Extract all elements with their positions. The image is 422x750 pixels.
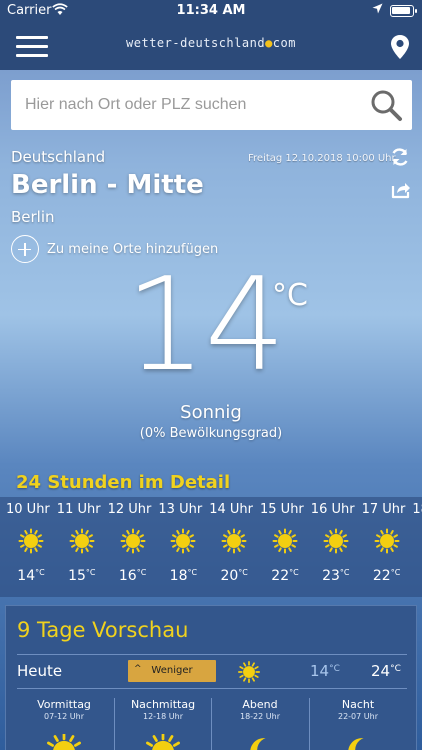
cloud-cover: (0% Bewölkungsgrad) (139, 426, 283, 441)
sun-icon (47, 734, 81, 750)
hourly-time: 11 Uhr (56, 502, 101, 517)
sun-icon (120, 528, 146, 554)
daypart-2: Abend 18-22 Uhr (215, 698, 305, 721)
daypart-name: Nachmittag (130, 698, 196, 711)
moon-icon (250, 738, 266, 750)
sun-icon (221, 528, 247, 554)
logo: wetter-deutschland●com (126, 36, 296, 50)
hourly-item: 13 Uhr 18°C (158, 497, 208, 597)
collapse-button-label: Weniger (151, 665, 193, 676)
divider (309, 698, 310, 750)
plus-circle-icon (11, 235, 39, 263)
divider (114, 698, 115, 750)
hourly-item: 15 Uhr 22°C (260, 497, 310, 597)
nav-bar: wetter-deutschland●com (0, 22, 422, 70)
daypart-range: 12-18 Uhr (142, 712, 183, 721)
sun-icon (146, 734, 180, 750)
daypart-name: Abend (242, 698, 278, 711)
search-input[interactable] (25, 80, 365, 130)
current-temperature-unit: °C (272, 278, 308, 313)
hourly-temp: 15°C (68, 568, 96, 584)
refresh-icon[interactable] (390, 147, 410, 167)
hourly-item: 16 Uhr 23°C (311, 497, 361, 597)
sun-icon (323, 528, 349, 554)
hourly-item: 10 Uhr 14°C (6, 497, 56, 597)
status-bar: Carrier 11:34 AM (0, 0, 422, 22)
hourly-temp: 14°C (17, 568, 45, 584)
sun-icon (238, 661, 260, 683)
hourly-time: 15 Uhr (260, 502, 304, 517)
collapse-button[interactable]: ^ Weniger (128, 660, 216, 682)
hourly-time: 13 Uhr (158, 502, 203, 517)
search-icon[interactable] (369, 88, 403, 122)
share-icon[interactable] (390, 178, 412, 200)
divider (211, 698, 212, 750)
daypart-range: 22-07 Uhr (337, 712, 378, 721)
forecast-title: 9 Tage Vorschau (17, 618, 189, 642)
weather-condition: Sonnig (180, 402, 242, 423)
clock: 11:34 AM (176, 3, 246, 18)
divider (17, 688, 407, 689)
search-bar (11, 80, 412, 130)
sun-icon (18, 528, 44, 554)
daypart-range: 18-22 Uhr (239, 712, 280, 721)
hourly-time: 12 Uhr (107, 502, 152, 517)
hourly-temp: 22°C (372, 568, 401, 584)
location-arrow-icon (372, 3, 383, 14)
hourly-time: 14 Uhr (209, 502, 253, 517)
daypart-range: 07-12 Uhr (43, 712, 84, 721)
hourly-time: 16 Uhr (310, 502, 355, 517)
current-temperature: 14 (125, 251, 286, 400)
forecast-day-label: Heute (17, 662, 63, 680)
daypart-3: Nacht 22-07 Uhr (313, 698, 403, 721)
daypart-name: Nacht (341, 698, 375, 711)
divider (17, 654, 407, 655)
sun-icon (374, 528, 400, 554)
city-title: Berlin - Mitte (11, 170, 204, 200)
hourly-item: 11 Uhr 15°C (57, 497, 107, 597)
updated-datetime: Freitag 12.10.2018 10:00 Uhr (248, 153, 396, 164)
hourly-temp: 22°C (271, 568, 299, 584)
region-label: Berlin (11, 208, 55, 226)
forecast-panel: 9 Tage Vorschau Heute ^ Weniger 14°C 24°… (5, 605, 417, 750)
hourly-temp: 16°C (118, 568, 147, 584)
hourly-strip[interactable]: 10 Uhr 14°C 11 Uhr 15°C 12 Uhr 16°C 13 Uhr 18°C… (0, 497, 422, 597)
hourly-section-title: 24 Stunden im Detail (16, 472, 231, 493)
hourly-temp: 21°C (412, 568, 422, 584)
hourly-time: 10 Uhr (6, 502, 50, 517)
forecast-max-temp: 24°C (371, 662, 401, 680)
moon-icon (348, 738, 364, 750)
sun-icon (272, 528, 298, 554)
country-label: Deutschland (11, 148, 106, 166)
logo-sun-icon: ● (265, 36, 273, 50)
hourly-item: 18 Uhr 21°C (412, 497, 422, 597)
forecast-min-temp: 14°C (310, 662, 340, 680)
daypart-name: Vormittag (37, 698, 91, 711)
hourly-time: 17 Uhr (361, 502, 406, 517)
hourly-item: 14 Uhr 20°C (209, 497, 259, 597)
hourly-item: 12 Uhr 16°C (108, 497, 158, 597)
sun-icon (69, 528, 95, 554)
battery-icon (390, 5, 417, 17)
map-pin-icon[interactable] (389, 34, 411, 60)
hourly-temp: 18°C (169, 568, 198, 584)
hourly-time: 18 Uhr (412, 502, 422, 517)
daypart-1: Nachmittag 12-18 Uhr (118, 698, 208, 721)
hourly-temp: 20°C (220, 568, 248, 584)
daypart-0: Vormittag 07-12 Uhr (19, 698, 109, 721)
hourly-item: 17 Uhr 22°C (362, 497, 412, 597)
sun-icon (170, 528, 196, 554)
hourly-temp: 23°C (322, 568, 350, 584)
